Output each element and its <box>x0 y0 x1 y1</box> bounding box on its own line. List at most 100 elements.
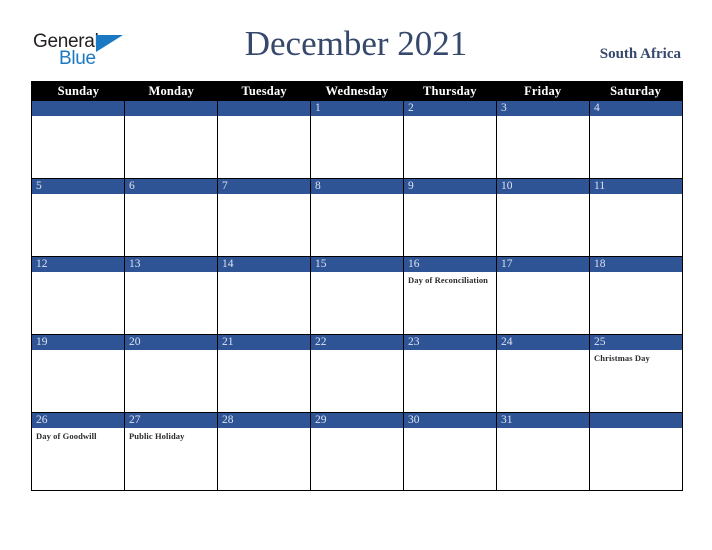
day-content <box>404 428 496 490</box>
day-number: 29 <box>311 413 403 428</box>
day-content <box>32 194 124 256</box>
day-cell-4[interactable]: 4 <box>590 101 682 178</box>
day-content <box>218 350 310 412</box>
calendar-week-row: 19 20 21 22 23 24 25 Christmas Day <box>32 334 682 412</box>
day-cell-6[interactable]: 6 <box>125 179 218 256</box>
day-number <box>590 413 682 428</box>
weekday-header-friday: Friday <box>524 84 562 98</box>
day-number: 3 <box>497 101 589 116</box>
day-cell-31[interactable]: 31 <box>497 413 590 490</box>
day-cell-26[interactable]: 26 Day of Goodwill <box>32 413 125 490</box>
day-cell-empty[interactable] <box>218 101 311 178</box>
day-cell-23[interactable]: 23 <box>404 335 497 412</box>
day-number: 27 <box>125 413 217 428</box>
day-content <box>125 194 217 256</box>
day-number: 16 <box>404 257 496 272</box>
day-cell-14[interactable]: 14 <box>218 257 311 334</box>
day-cell-8[interactable]: 8 <box>311 179 404 256</box>
day-content <box>404 350 496 412</box>
day-content <box>311 350 403 412</box>
day-cell-19[interactable]: 19 <box>32 335 125 412</box>
day-cell-17[interactable]: 17 <box>497 257 590 334</box>
day-cell-7[interactable]: 7 <box>218 179 311 256</box>
day-content: Public Holiday <box>125 428 217 490</box>
page-header: General Blue December 2021 South Africa <box>0 0 712 78</box>
day-content <box>125 116 217 178</box>
day-cell-28[interactable]: 28 <box>218 413 311 490</box>
weekday-header-sunday: Sunday <box>57 84 100 98</box>
day-number: 25 <box>590 335 682 350</box>
day-cell-22[interactable]: 22 <box>311 335 404 412</box>
calendar-week-row: 12 13 14 15 16 Day of Reconciliation 17 18 <box>32 256 682 334</box>
day-cell-18[interactable]: 18 <box>590 257 682 334</box>
day-number: 21 <box>218 335 310 350</box>
weekday-header-tuesday: Tuesday <box>241 84 287 98</box>
day-cell-11[interactable]: 11 <box>590 179 682 256</box>
day-content <box>125 350 217 412</box>
day-content <box>311 116 403 178</box>
day-content <box>218 428 310 490</box>
holiday-label: Day of Reconciliation <box>408 275 489 285</box>
day-content <box>497 194 589 256</box>
weekday-header-wednesday: Wednesday <box>325 84 389 98</box>
day-content <box>32 350 124 412</box>
day-number: 12 <box>32 257 124 272</box>
day-cell-10[interactable]: 10 <box>497 179 590 256</box>
day-content: Day of Reconciliation <box>404 272 496 334</box>
day-content <box>32 116 124 178</box>
weekday-header-saturday: Saturday <box>610 84 662 98</box>
day-cell-16[interactable]: 16 Day of Reconciliation <box>404 257 497 334</box>
day-number: 23 <box>404 335 496 350</box>
day-cell-25[interactable]: 25 Christmas Day <box>590 335 682 412</box>
day-content <box>497 116 589 178</box>
day-content <box>404 194 496 256</box>
day-cell-9[interactable]: 9 <box>404 179 497 256</box>
day-cell-empty[interactable] <box>590 413 682 490</box>
day-cell-21[interactable]: 21 <box>218 335 311 412</box>
day-content <box>497 350 589 412</box>
day-number: 20 <box>125 335 217 350</box>
day-number: 7 <box>218 179 310 194</box>
weekday-header-thursday: Thursday <box>423 84 477 98</box>
day-number: 24 <box>497 335 589 350</box>
day-cell-2[interactable]: 2 <box>404 101 497 178</box>
day-number: 13 <box>125 257 217 272</box>
weekday-header-row: Sunday Monday Tuesday Wednesday Thursday Frid… <box>32 81 682 101</box>
day-cell-3[interactable]: 3 <box>497 101 590 178</box>
day-number: 10 <box>497 179 589 194</box>
day-number: 31 <box>497 413 589 428</box>
day-number: 5 <box>32 179 124 194</box>
day-number: 17 <box>497 257 589 272</box>
day-cell-29[interactable]: 29 <box>311 413 404 490</box>
day-cell-1[interactable]: 1 <box>311 101 404 178</box>
day-content <box>125 272 217 334</box>
day-number <box>32 101 124 116</box>
day-number: 2 <box>404 101 496 116</box>
day-number: 8 <box>311 179 403 194</box>
day-content <box>497 428 589 490</box>
holiday-label: Christmas Day <box>594 353 650 363</box>
day-cell-20[interactable]: 20 <box>125 335 218 412</box>
day-cell-empty[interactable] <box>32 101 125 178</box>
day-number: 9 <box>404 179 496 194</box>
day-cell-empty[interactable] <box>125 101 218 178</box>
day-content <box>590 116 682 178</box>
day-cell-27[interactable]: 27 Public Holiday <box>125 413 218 490</box>
day-cell-30[interactable]: 30 <box>404 413 497 490</box>
day-cell-15[interactable]: 15 <box>311 257 404 334</box>
calendar-weeks: 1 2 3 4 5 6 7 8 9 10 11 12 13 14 15 16 Day of Reconcilia… <box>32 101 682 490</box>
day-content <box>311 428 403 490</box>
day-cell-13[interactable]: 13 <box>125 257 218 334</box>
calendar-grid: Sunday Monday Tuesday Wednesday Thursday Frid… <box>31 81 683 491</box>
day-content <box>590 428 682 490</box>
day-number: 22 <box>311 335 403 350</box>
day-content <box>218 116 310 178</box>
day-cell-12[interactable]: 12 <box>32 257 125 334</box>
weekday-header-monday: Monday <box>148 84 195 98</box>
day-content <box>32 272 124 334</box>
day-cell-5[interactable]: 5 <box>32 179 125 256</box>
day-cell-24[interactable]: 24 <box>497 335 590 412</box>
day-content <box>497 272 589 334</box>
day-number: 19 <box>32 335 124 350</box>
day-content <box>590 272 682 334</box>
